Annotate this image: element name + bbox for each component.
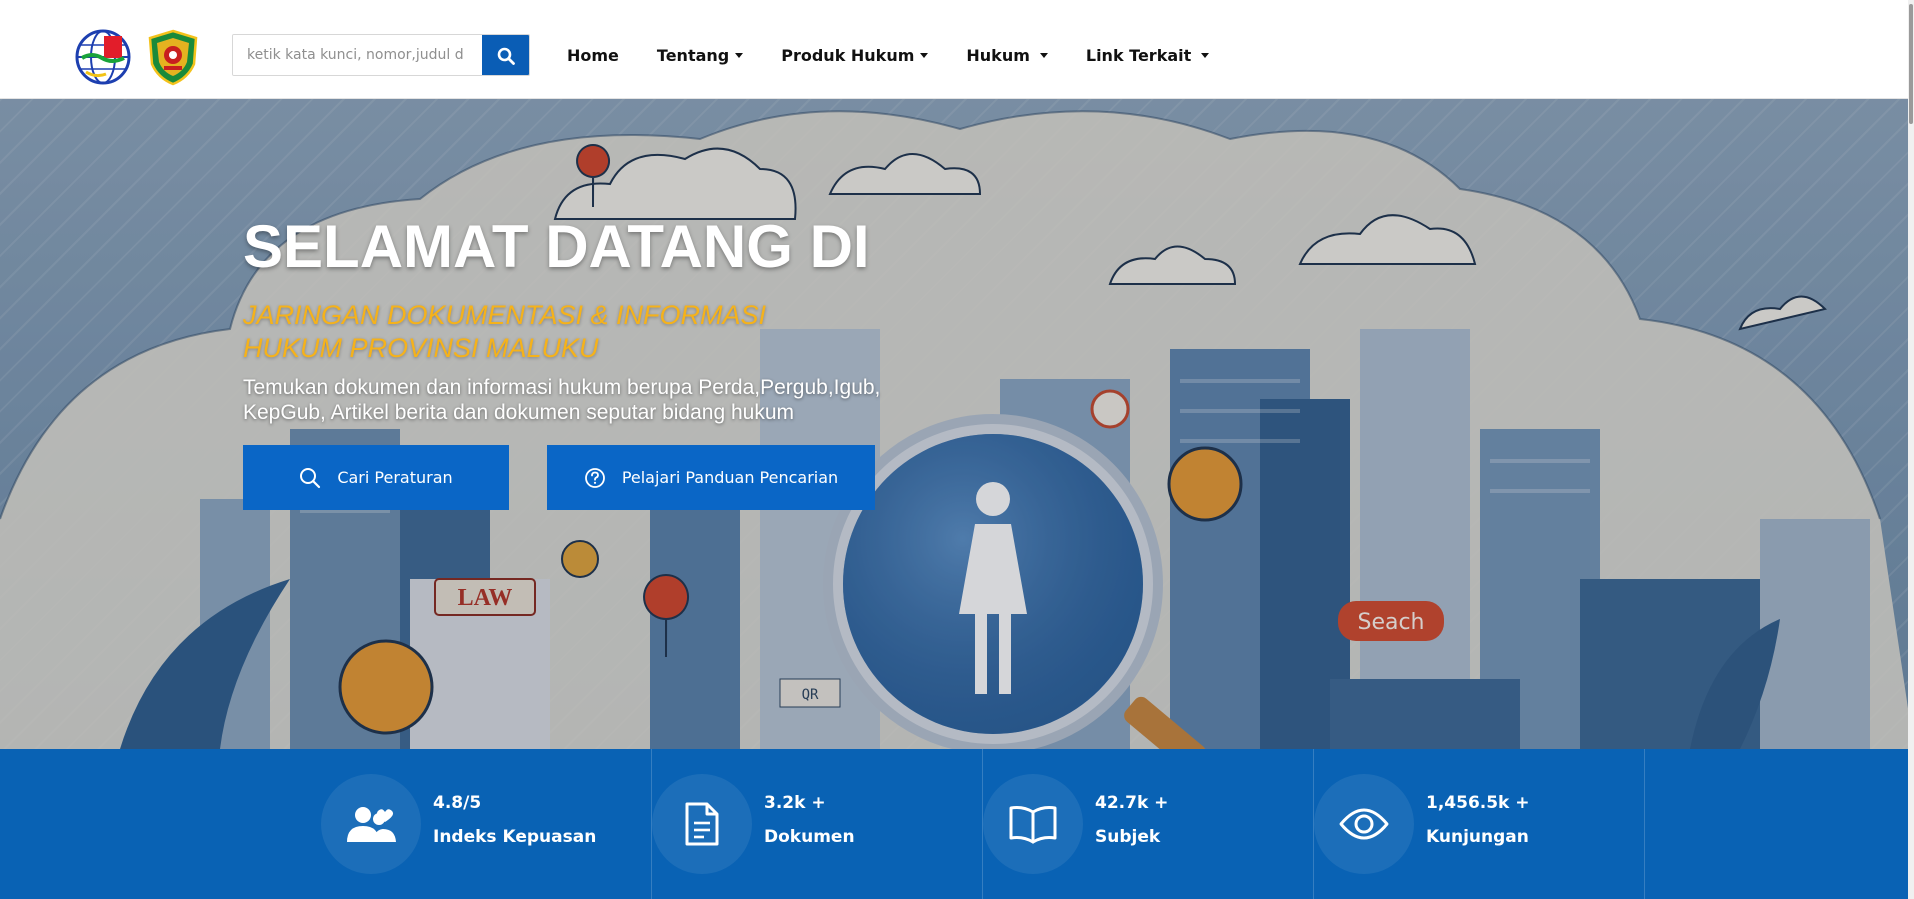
stat-value: 1,456.5k + xyxy=(1426,793,1530,813)
jdih-logo[interactable] xyxy=(74,28,132,86)
stat-visits: 1,456.5k + Kunjungan xyxy=(1314,749,1645,899)
search-regulation-label: Cari Peraturan xyxy=(337,468,453,487)
stat-icon-circle xyxy=(652,774,752,874)
scrollbar-thumb[interactable] xyxy=(1909,4,1913,124)
stat-subjects: 42.7k + Subjek xyxy=(983,749,1314,899)
maluku-province-logo[interactable] xyxy=(144,28,202,86)
search-button[interactable] xyxy=(482,35,529,75)
stats-bar: 4.8/5 Indeks Kepuasan 3.2k + Dokumen 42.… xyxy=(0,749,1914,899)
menu-item-hukum[interactable]: Hukum xyxy=(966,45,1048,65)
book-icon xyxy=(1009,806,1057,844)
page-scrollbar[interactable] xyxy=(1908,0,1914,899)
search-icon xyxy=(497,47,515,65)
search-input[interactable] xyxy=(233,35,482,75)
hero-subtitle: JARINGAN DOKUMENTASI & INFORMASI HUKUM P… xyxy=(243,300,767,363)
logo-group xyxy=(74,28,202,86)
hero-buttons: Cari Peraturan Pelajari Panduan Pencaria… xyxy=(243,445,875,510)
menu-item-label: Link Terkait xyxy=(1085,45,1192,65)
stat-satisfaction: 4.8/5 Indeks Kepuasan xyxy=(321,749,652,899)
stat-label: Indeks Kepuasan xyxy=(433,827,597,847)
question-circle-icon xyxy=(584,467,605,488)
hero-banner: LAW Seach QR SELAMAT DATANG DI JARINGAN … xyxy=(0,99,1914,749)
menu-item-label: Hukum xyxy=(966,45,1030,65)
stat-label: Subjek xyxy=(1095,827,1161,847)
menu-item-label: Tentang xyxy=(656,45,730,65)
search-icon xyxy=(300,467,321,488)
caret-down-icon xyxy=(1039,52,1048,58)
stat-documents: 3.2k + Dokumen xyxy=(652,749,983,899)
stat-icon-circle xyxy=(1314,774,1414,874)
menu-item-tentang[interactable]: Tentang xyxy=(656,45,744,65)
eye-icon xyxy=(1339,808,1389,840)
caret-down-icon xyxy=(920,52,929,58)
stat-label: Dokumen xyxy=(764,827,855,847)
stat-value: 42.7k + xyxy=(1095,793,1169,813)
caret-down-icon xyxy=(735,52,744,58)
stat-value: 3.2k + xyxy=(764,793,826,813)
users-heart-icon xyxy=(347,807,396,842)
menu-item-label: Home xyxy=(567,45,619,65)
search-guide-button[interactable]: Pelajari Panduan Pencarian xyxy=(547,445,875,510)
stat-value: 4.8/5 xyxy=(433,793,482,813)
stat-icon-circle xyxy=(321,774,421,874)
menu-item-label: Produk Hukum xyxy=(781,45,915,65)
hero-description: Temukan dokumen dan informasi hukum beru… xyxy=(243,376,881,424)
navbar: Home Tentang Produk Hukum Hukum Link Ter… xyxy=(0,0,1914,99)
hero-content: SELAMAT DATANG DI JARINGAN DOKUMENTASI &… xyxy=(243,212,1003,425)
stat-label: Kunjungan xyxy=(1426,827,1529,847)
menu-item-link-terkait[interactable]: Link Terkait xyxy=(1085,45,1210,65)
stat-icon-circle xyxy=(983,774,1083,874)
main-menu: Home Tentang Produk Hukum Hukum Link Ter… xyxy=(567,34,1247,76)
caret-down-icon xyxy=(1201,52,1210,58)
hero-title: SELAMAT DATANG DI xyxy=(243,213,870,280)
menu-item-home[interactable]: Home xyxy=(567,46,619,65)
search-regulation-button[interactable]: Cari Peraturan xyxy=(243,445,509,510)
search-guide-label: Pelajari Panduan Pencarian xyxy=(621,468,839,487)
header-search xyxy=(232,34,530,76)
document-icon xyxy=(685,802,719,846)
menu-item-produk-hukum[interactable]: Produk Hukum xyxy=(781,45,929,65)
